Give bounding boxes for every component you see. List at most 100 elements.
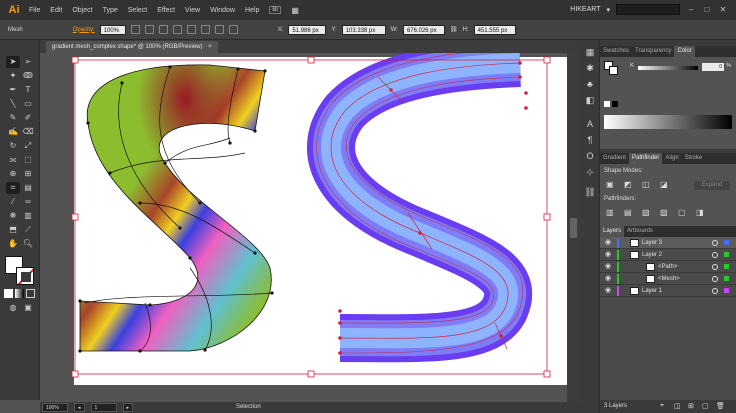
- zoom-tool-icon[interactable]: 🔍︎: [21, 238, 35, 250]
- paragraph-panel-icon[interactable]: ¶: [584, 134, 596, 146]
- blob-brush-tool-icon[interactable]: ✍: [6, 126, 20, 138]
- blend-tool-icon[interactable]: ∞: [21, 196, 35, 208]
- rectangle-tool-icon[interactable]: ▭: [21, 98, 35, 110]
- target-circle-icon[interactable]: [712, 276, 718, 282]
- shape-builder-tool-icon[interactable]: ⊕: [6, 168, 20, 180]
- artboard-nav-prev[interactable]: ◂: [74, 403, 85, 412]
- opacity-field[interactable]: 100%: [99, 24, 126, 35]
- maximize-icon[interactable]: □: [702, 5, 712, 15]
- zoom-field[interactable]: 100%: [42, 403, 68, 412]
- symbols-panel-icon[interactable]: ♣: [584, 78, 596, 90]
- artboard-nav-next[interactable]: ▸: [122, 403, 134, 412]
- draw-mode-icon[interactable]: ◍: [6, 302, 20, 314]
- new-layer-icon[interactable]: ▢: [702, 402, 709, 410]
- layer-row[interactable]: ◉ <Mesh>: [600, 273, 736, 285]
- target-circle-icon[interactable]: [712, 288, 718, 294]
- k-value-field[interactable]: 0: [702, 63, 724, 71]
- target-circle-icon[interactable]: [712, 252, 718, 258]
- menu-effect[interactable]: Effect: [157, 7, 175, 14]
- menu-object[interactable]: Object: [72, 7, 92, 14]
- magic-wand-tool-icon[interactable]: ✦: [6, 70, 20, 82]
- align-center-icon[interactable]: [158, 25, 168, 34]
- menu-edit[interactable]: Edit: [50, 7, 62, 14]
- color-none-icons[interactable]: [604, 101, 626, 111]
- tab-stroke[interactable]: Stroke: [682, 153, 705, 164]
- scale-tool-icon[interactable]: ⤢: [21, 140, 35, 152]
- opentype-panel-icon[interactable]: O: [584, 150, 596, 162]
- recolor-icon[interactable]: [130, 25, 140, 34]
- tab-pathfinder[interactable]: Pathfinder: [629, 153, 663, 164]
- tab-transparency[interactable]: Transparency: [632, 46, 674, 57]
- pen-tool-icon[interactable]: ✒: [6, 84, 20, 96]
- menu-help[interactable]: Help: [245, 7, 259, 14]
- link-icon[interactable]: ⛓: [450, 26, 458, 33]
- selection-indicator[interactable]: [724, 264, 729, 269]
- crop-icon[interactable]: ▨: [660, 208, 668, 217]
- stroke-swatch-small[interactable]: [609, 66, 618, 75]
- menu-select[interactable]: Select: [128, 7, 147, 14]
- visibility-eye-icon[interactable]: ◉: [605, 263, 612, 271]
- y-field[interactable]: 103.338 px: [341, 24, 386, 35]
- vertical-scrollbar[interactable]: [567, 53, 580, 402]
- width-tool-icon[interactable]: ⟗: [6, 154, 20, 166]
- lasso-tool-icon[interactable]: ↂ: [21, 70, 35, 82]
- make-clipping-mask-icon[interactable]: ◫: [674, 402, 681, 410]
- locate-object-icon[interactable]: ⌖: [660, 402, 664, 410]
- screen-mode-icon[interactable]: ▣: [21, 302, 35, 314]
- tab-layers[interactable]: Layers: [600, 226, 625, 237]
- paintbrush-tool-icon[interactable]: ✎: [6, 112, 20, 124]
- eyedropper-tool-icon[interactable]: ⁄: [6, 196, 20, 208]
- scroll-thumb[interactable]: [570, 218, 577, 238]
- divide-icon[interactable]: ▥: [606, 208, 614, 217]
- target-circle-icon[interactable]: [712, 264, 718, 270]
- tab-color[interactable]: Color: [674, 46, 695, 57]
- k-slider-track[interactable]: [638, 66, 698, 70]
- w-field[interactable]: 676.026 px: [402, 24, 445, 35]
- tab-gradient[interactable]: Gradient: [600, 153, 629, 164]
- swatches-panel-icon[interactable]: ▦: [584, 46, 596, 58]
- tab-swatches[interactable]: Swatches: [600, 46, 632, 57]
- stroke-swatch[interactable]: [16, 267, 34, 285]
- chevron-down-icon[interactable]: ▾: [606, 6, 610, 14]
- selection-tool-icon[interactable]: ➤: [6, 56, 20, 68]
- align-top-icon[interactable]: [186, 25, 196, 34]
- intersect-icon[interactable]: ◫: [642, 180, 650, 189]
- outline-icon[interactable]: ▢: [678, 208, 686, 217]
- brushes-panel-icon[interactable]: ✱: [584, 62, 596, 74]
- rotate-tool-icon[interactable]: ↻: [6, 140, 20, 152]
- hand-tool-icon[interactable]: ✋: [6, 238, 20, 250]
- align-middle-icon[interactable]: [200, 25, 210, 34]
- selection-indicator[interactable]: [724, 276, 729, 281]
- direct-selection-tool-icon[interactable]: ➢: [21, 56, 35, 68]
- minimize-icon[interactable]: –: [686, 5, 696, 15]
- canvas[interactable]: [40, 53, 580, 402]
- h-field[interactable]: 451.555 px: [473, 24, 516, 35]
- merge-icon[interactable]: ▧: [642, 208, 650, 217]
- selection-indicator[interactable]: [724, 240, 729, 245]
- visibility-eye-icon[interactable]: ◉: [605, 251, 612, 259]
- navigator-panel-icon[interactable]: ⊹: [584, 166, 596, 178]
- bridge-button[interactable]: Br: [269, 6, 282, 14]
- artboard-number[interactable]: 1: [90, 403, 117, 412]
- perspective-grid-tool-icon[interactable]: ⊞: [21, 168, 35, 180]
- expand-button[interactable]: Expand: [694, 181, 730, 190]
- menu-type[interactable]: Type: [103, 7, 118, 14]
- layer-row[interactable]: ◉ Layer 3: [600, 237, 736, 249]
- links-panel-icon[interactable]: ⛓: [584, 186, 596, 198]
- blue-s-shape[interactable]: [307, 53, 543, 368]
- minus-back-icon[interactable]: ◨: [696, 208, 704, 217]
- layer-row[interactable]: ◉ <Path>: [600, 261, 736, 273]
- layer-row[interactable]: ◉ Layer 2: [600, 249, 736, 261]
- line-tool-icon[interactable]: ╲: [6, 98, 20, 110]
- selection-indicator[interactable]: [724, 288, 729, 293]
- workspace-switcher[interactable]: HIKEART: [570, 6, 600, 13]
- artboard-tool-icon[interactable]: ⬒: [6, 224, 20, 236]
- column-graph-tool-icon[interactable]: ▥: [21, 210, 35, 222]
- mesh-s-shape[interactable]: [78, 64, 274, 353]
- eraser-tool-icon[interactable]: ⌫: [21, 126, 35, 138]
- none-mode-icon[interactable]: [26, 289, 35, 298]
- mesh-tool-icon[interactable]: ⌗: [6, 182, 20, 194]
- tab-artboards[interactable]: Artboards: [624, 226, 656, 237]
- visibility-eye-icon[interactable]: ◉: [605, 275, 612, 283]
- free-transform-tool-icon[interactable]: ⬚: [21, 154, 35, 166]
